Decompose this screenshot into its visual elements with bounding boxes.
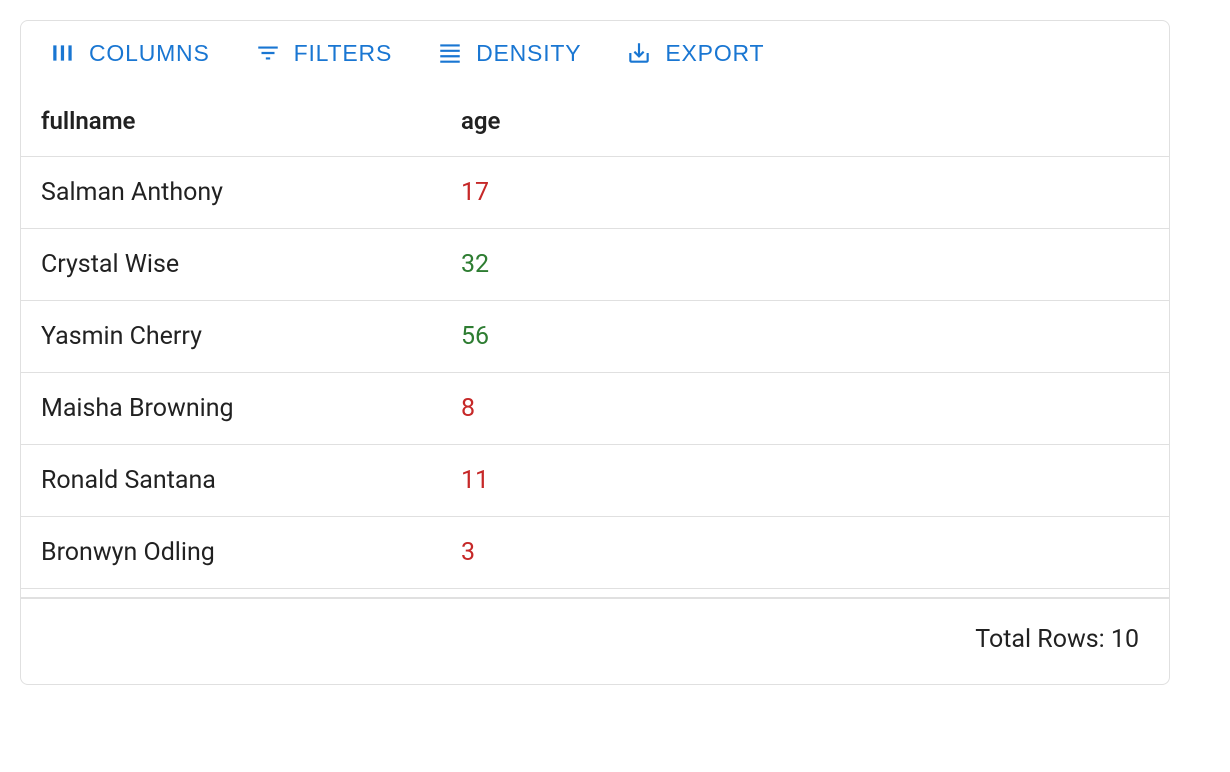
cell-age: 3	[461, 538, 1149, 567]
cell-fullname: Salman Anthony	[41, 178, 461, 207]
density-button[interactable]: DENSITY	[428, 33, 589, 73]
table-row[interactable]: Salman Anthony 17	[21, 157, 1169, 229]
table-row-partial	[21, 589, 1169, 597]
export-button[interactable]: EXPORT	[617, 33, 772, 73]
cell-fullname: Crystal Wise	[41, 250, 461, 279]
cell-fullname: Bronwyn Odling	[41, 538, 461, 567]
data-grid: COLUMNS FILTERS DENSITY EXPORT fullname …	[20, 20, 1170, 685]
header-age[interactable]: age	[461, 107, 1149, 135]
density-icon	[436, 39, 464, 67]
download-icon	[625, 39, 653, 67]
filters-button-label: FILTERS	[294, 40, 392, 67]
table-row[interactable]: Ronald Santana 11	[21, 445, 1169, 517]
cell-age: 32	[461, 250, 1149, 279]
cell-age: 56	[461, 322, 1149, 351]
header-fullname[interactable]: fullname	[41, 107, 461, 135]
table-row[interactable]: Maisha Browning 8	[21, 373, 1169, 445]
grid-body: Salman Anthony 17 Crystal Wise 32 Yasmin…	[21, 157, 1169, 597]
cell-fullname: Yasmin Cherry	[41, 322, 461, 351]
filters-button[interactable]: FILTERS	[246, 33, 400, 73]
columns-button[interactable]: COLUMNS	[41, 33, 218, 73]
density-button-label: DENSITY	[476, 40, 581, 67]
column-headers: fullname age	[21, 85, 1169, 157]
total-rows-label: Total Rows: 10	[975, 625, 1139, 654]
cell-age: 8	[461, 394, 1149, 423]
cell-age: 17	[461, 178, 1149, 207]
cell-fullname: Ronald Santana	[41, 466, 461, 495]
table-row[interactable]: Yasmin Cherry 56	[21, 301, 1169, 373]
table-row[interactable]: Bronwyn Odling 3	[21, 517, 1169, 589]
grid-toolbar: COLUMNS FILTERS DENSITY EXPORT	[21, 21, 1169, 85]
columns-icon	[49, 39, 77, 67]
cell-fullname: Maisha Browning	[41, 394, 461, 423]
grid-footer: Total Rows: 10	[21, 597, 1169, 684]
cell-age: 11	[461, 466, 1149, 495]
export-button-label: EXPORT	[665, 40, 764, 67]
columns-button-label: COLUMNS	[89, 40, 210, 67]
filter-icon	[254, 39, 282, 67]
table-row[interactable]: Crystal Wise 32	[21, 229, 1169, 301]
